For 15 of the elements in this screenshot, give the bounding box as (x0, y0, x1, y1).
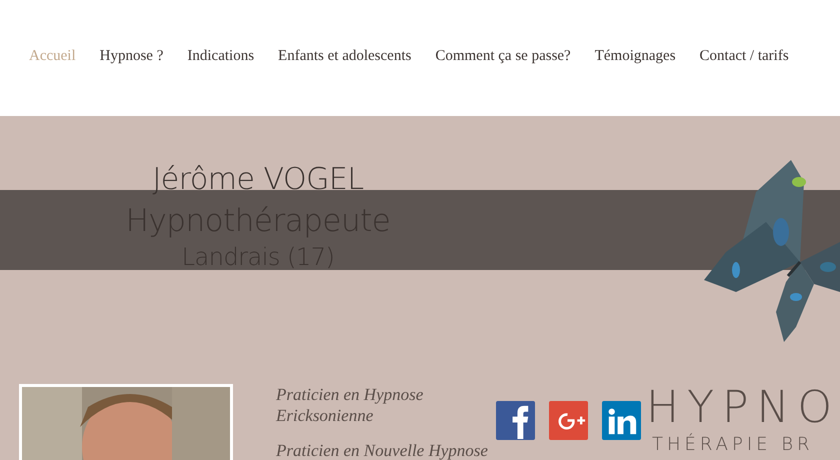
linkedin-icon[interactable] (602, 401, 641, 440)
intro-text: Ericksonienne (276, 405, 374, 426)
intro-text: Praticien en Hypnose (276, 384, 424, 405)
nav-link[interactable]: Enfants et adolescents (278, 44, 412, 68)
hero-name: Jérôme VOGEL (152, 161, 364, 199)
logo-subtitle: THÉRAPIE BR (652, 434, 814, 456)
nav-link[interactable]: Hypnose ? (100, 44, 164, 68)
nav-link[interactable]: Indications (187, 44, 254, 68)
nav-link[interactable]: Contact / tarifs (700, 44, 789, 68)
nav-link[interactable]: Comment ça se passe? (435, 44, 571, 68)
nav-link[interactable]: Témoignages (594, 44, 676, 68)
google-plus-icon[interactable] (549, 401, 588, 440)
logo-text: HYPNO (646, 382, 840, 433)
facebook-icon[interactable] (496, 401, 535, 440)
intro-text: Praticien en Nouvelle Hypnose (276, 440, 488, 460)
